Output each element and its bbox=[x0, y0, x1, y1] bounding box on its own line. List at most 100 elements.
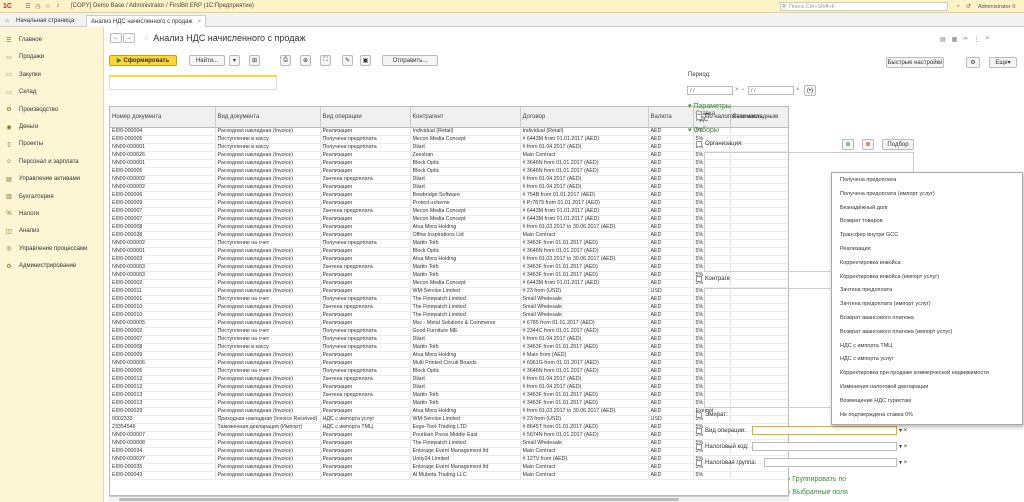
date-to-clear-icon[interactable]: × bbox=[796, 87, 800, 93]
operation-kind-dropdown[interactable]: Получена предоплата Получена предоплата (… bbox=[831, 172, 1023, 425]
user-name[interactable]: Administrator bbox=[978, 2, 1010, 11]
select-button[interactable]: Подбор bbox=[882, 139, 914, 150]
dropdown-option[interactable]: Зачтена предоплата (импорт услуг) bbox=[840, 301, 931, 307]
emirate-checkbox[interactable] bbox=[696, 412, 702, 418]
column-header[interactable]: Номер документа bbox=[110, 107, 216, 128]
date-from-clear-icon[interactable]: × bbox=[735, 87, 739, 93]
more-icon[interactable]: ⋮ bbox=[974, 36, 980, 43]
sidebar-item-8[interactable]: ▤ Управление активами bbox=[0, 173, 104, 185]
dropdown-option[interactable]: Не подтверждена ставка 0% bbox=[840, 412, 913, 418]
tab-vat-analysis[interactable]: Анализ НДС начисленного с продаж × bbox=[86, 15, 207, 27]
history-icon[interactable]: ◷ bbox=[33, 2, 43, 11]
tax-group-dropdown-icon[interactable]: ▾ × bbox=[899, 459, 907, 466]
op-kind-field[interactable] bbox=[752, 426, 897, 435]
close-tab-icon[interactable]: × bbox=[198, 19, 202, 25]
dropdown-option[interactable]: Возврат товаров bbox=[840, 218, 883, 224]
back-button[interactable]: ← bbox=[110, 33, 122, 43]
sidebar-item-4[interactable]: ⚙ Производство bbox=[0, 104, 104, 116]
more-button[interactable]: Еще ▾ bbox=[989, 57, 1017, 68]
dropdown-option[interactable]: Получена предоплата (импорт услуг) bbox=[840, 191, 935, 197]
selected-fields-toggle[interactable]: › Выбранные поля bbox=[788, 489, 848, 496]
add-icon[interactable]: ⊕ bbox=[842, 139, 854, 150]
period-picker-button[interactable]: (•) bbox=[804, 85, 816, 96]
tax-code-checkbox[interactable] bbox=[696, 444, 702, 450]
dropdown-option[interactable]: Корректировка инвойса bbox=[840, 260, 901, 266]
dropdown-option[interactable]: НДС с импорта услуг bbox=[840, 356, 894, 362]
op-kind-dropdown-icon[interactable]: ▾ × bbox=[899, 427, 907, 434]
sidebar-item-5[interactable]: ◉ Деньги bbox=[0, 121, 104, 133]
dropdown-option[interactable]: Зачтена предоплата bbox=[840, 287, 892, 293]
settings-icon[interactable]: ⚙ bbox=[966, 57, 980, 68]
history-top-icon[interactable]: ↺ bbox=[966, 2, 971, 11]
dropdown-option[interactable]: НДС с импорта ТМЦ bbox=[840, 343, 892, 349]
sidebar-item-7[interactable]: ☺ Персонал и зарплата bbox=[0, 156, 104, 168]
column-header[interactable]: Вид операции bbox=[320, 107, 411, 128]
contractor-checkbox[interactable] bbox=[696, 276, 702, 282]
horizontal-scrollbar[interactable] bbox=[109, 496, 789, 502]
notification-icon[interactable]: ◔ bbox=[956, 2, 960, 11]
find-menu-icon[interactable]: ▾ bbox=[229, 55, 240, 66]
tax-group-field[interactable] bbox=[764, 458, 897, 467]
table-cell: EI00-000007 bbox=[110, 335, 216, 344]
filters-toggle[interactable]: ▾ Отборы bbox=[688, 126, 719, 134]
column-header[interactable]: Вид документа bbox=[215, 107, 321, 128]
sidebar-item-0[interactable]: ☰ Главное bbox=[0, 34, 104, 46]
dropdown-option[interactable]: Изменения налоговой декларации bbox=[840, 384, 928, 390]
favorite-star-icon[interactable]: ☆ bbox=[143, 34, 149, 42]
sidebar-item-1[interactable]: ▭ Продажи bbox=[0, 51, 104, 63]
forward-button[interactable]: → bbox=[123, 33, 135, 43]
global-search-input[interactable]: ⚲ Поиск Ctrl+Shift+F bbox=[780, 2, 948, 11]
table-cell: Реализация bbox=[320, 439, 411, 448]
tab-home[interactable]: Начальная страница bbox=[12, 15, 78, 27]
date-from-field[interactable]: / / bbox=[687, 86, 733, 95]
bell-icon[interactable]: ♪ bbox=[53, 2, 63, 11]
dropdown-option[interactable]: Возмещение НДС туристам bbox=[840, 398, 911, 404]
op-kind-checkbox[interactable] bbox=[696, 428, 702, 434]
dropdown-option[interactable]: Корректировка инвойса (импорт услуг) bbox=[840, 274, 939, 280]
save-icon[interactable]: ▦ bbox=[952, 36, 958, 43]
sidebar-item-11[interactable]: ◫ Анализ bbox=[0, 225, 104, 237]
column-header[interactable]: Контрагент bbox=[410, 107, 521, 128]
dropdown-option[interactable]: Безнадёжный долг bbox=[840, 205, 888, 211]
sidebar-item-2[interactable]: ▭ Закупки bbox=[0, 69, 104, 81]
find-button[interactable]: Найти... bbox=[189, 55, 225, 66]
org-checkbox[interactable] bbox=[696, 141, 702, 147]
dropdown-option[interactable]: Возврат авансового платежа bbox=[840, 315, 914, 321]
close-icon[interactable]: × bbox=[986, 36, 990, 43]
table-cell: EI00-000034 bbox=[110, 447, 216, 456]
home-icon[interactable]: ⌂ bbox=[2, 16, 12, 25]
edit-icon[interactable]: ✎ bbox=[342, 55, 353, 66]
by-tax-invoice-checkbox[interactable] bbox=[696, 114, 702, 120]
print-icon[interactable]: ▤ bbox=[940, 36, 946, 43]
save-button[interactable]: ▣ bbox=[360, 55, 371, 66]
zoom-icon[interactable]: ⊕ bbox=[300, 55, 311, 66]
dropdown-option[interactable]: Возврат авансового платежа (импорт услуг… bbox=[840, 329, 952, 335]
params-toggle[interactable]: ▾ Параметры bbox=[688, 102, 731, 110]
column-header[interactable]: Договор bbox=[520, 107, 649, 128]
sidebar-item-3[interactable]: ▭ Склад bbox=[0, 86, 104, 98]
dropdown-option[interactable]: Трансфер внутри GCC bbox=[840, 232, 898, 238]
sidebar-item-13[interactable]: ⚙ Администрирование bbox=[0, 260, 104, 272]
tax-code-dropdown-icon[interactable]: ▾ × bbox=[899, 443, 907, 450]
date-to-field[interactable]: / / bbox=[748, 86, 794, 95]
menu-icon[interactable]: ☰ bbox=[23, 2, 33, 11]
expand-icon[interactable]: ⊞ bbox=[249, 55, 260, 66]
favorites-icon[interactable]: ☆ bbox=[43, 2, 53, 11]
group-by-toggle[interactable]: › Группировать по bbox=[788, 476, 846, 483]
sidebar-item-6[interactable]: ▯ Проекты bbox=[0, 138, 104, 150]
tax-code-field[interactable] bbox=[752, 442, 897, 451]
sidebar-item-12[interactable]: ◎ Управление процессами bbox=[0, 243, 104, 255]
tax-group-checkbox[interactable] bbox=[696, 460, 702, 466]
generate-button[interactable]: ▶ Сформировать bbox=[109, 55, 177, 66]
print-button[interactable]: ⎙ bbox=[280, 55, 291, 66]
dropdown-option[interactable]: Получена предоплата bbox=[840, 177, 896, 183]
dropdown-option[interactable]: Корректировка при продаже коммерческой н… bbox=[840, 370, 989, 376]
send-button[interactable]: Отправить... bbox=[382, 55, 438, 66]
window-menu-icon[interactable]: ≡ bbox=[1012, 2, 1016, 11]
sidebar-item-10[interactable]: % Налоги bbox=[0, 208, 104, 220]
dropdown-option[interactable]: Реализация bbox=[840, 246, 871, 252]
link-icon[interactable]: ∞ bbox=[963, 36, 967, 43]
remove-icon[interactable]: ⊗ bbox=[862, 139, 874, 150]
sidebar-item-9[interactable]: ▥ Бухгалтерия bbox=[0, 191, 104, 203]
fit-icon[interactable]: ⛶ bbox=[320, 55, 331, 66]
